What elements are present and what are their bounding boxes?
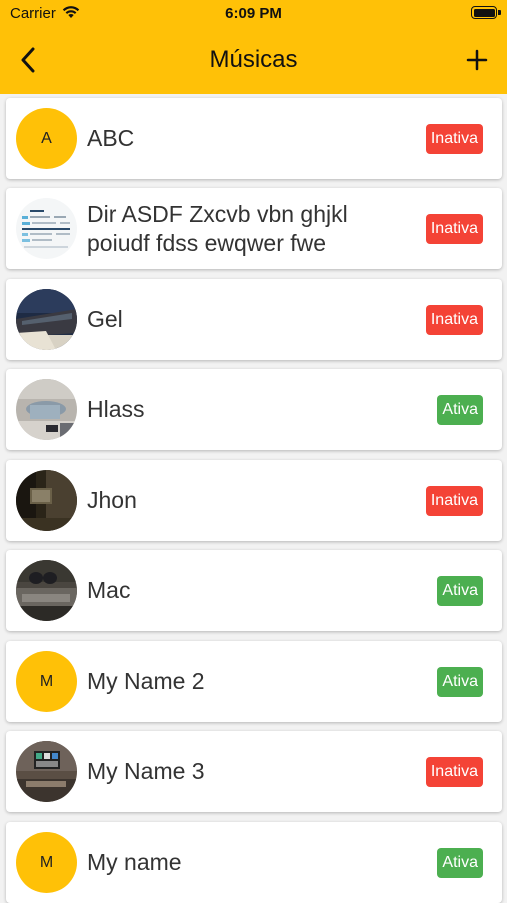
item-name: Jhon <box>87 487 137 513</box>
battery-tip <box>498 10 501 15</box>
list-item[interactable]: Mac Ativa <box>6 550 502 631</box>
list-item[interactable]: M My Name 2 Ativa <box>6 641 502 722</box>
battery-icon <box>471 6 497 19</box>
status-time: 6:09 PM <box>225 5 282 22</box>
monitor-photo-image <box>16 470 77 531</box>
status-bar: Carrier 6:09 PM <box>0 0 507 30</box>
status-badge: Inativa <box>425 486 483 516</box>
avatar <box>16 198 77 259</box>
status-badge: Inativa <box>425 757 483 787</box>
status-badge: Inativa <box>425 214 483 244</box>
page-title: Músicas <box>209 46 298 73</box>
status-badge: Ativa <box>437 848 483 878</box>
list-item[interactable]: My Name 3 Inativa <box>6 731 502 812</box>
avatar: M <box>16 832 77 893</box>
desk-device-photo-image <box>16 379 77 440</box>
avatar: M <box>16 651 77 712</box>
status-badge: Inativa <box>425 305 483 335</box>
laptop-photo-image <box>16 289 77 350</box>
status-badge: Ativa <box>437 576 483 606</box>
avatar <box>16 741 77 802</box>
status-badge: Inativa <box>425 124 483 154</box>
header: Carrier 6:09 PM Músicas <box>0 0 507 94</box>
avatar: A <box>16 108 77 169</box>
avatar <box>16 470 77 531</box>
list-item[interactable]: Dir ASDF Zxcvb vbn ghjkl poiudf fdss ewq… <box>6 188 502 269</box>
avatar-letter: A <box>41 129 52 147</box>
item-name: Mac <box>87 577 131 603</box>
avatar-letter: M <box>39 672 54 690</box>
tv-room-photo-image <box>16 741 77 802</box>
item-name: My Name 2 <box>87 668 205 694</box>
item-name: Gel <box>87 306 123 332</box>
item-name: My Name 3 <box>87 758 205 784</box>
plus-icon <box>466 49 488 71</box>
item-name: Hlass <box>87 396 145 422</box>
add-button[interactable] <box>459 42 495 78</box>
avatar <box>16 560 77 621</box>
list-item[interactable]: M My name Ativa <box>6 822 502 903</box>
list-item[interactable]: A ABC Inativa <box>6 98 502 179</box>
status-badge: Ativa <box>437 667 483 697</box>
list-item[interactable]: Gel Inativa <box>6 279 502 360</box>
document-thumbnail-image <box>16 198 77 259</box>
status-badge: Ativa <box>437 395 483 425</box>
nav-bar: Músicas <box>0 34 507 84</box>
list-item[interactable]: Hlass Ativa <box>6 369 502 450</box>
item-name: Dir ASDF Zxcvb vbn ghjkl poiudf fdss ewq… <box>87 200 348 256</box>
list-item[interactable]: Jhon Inativa <box>6 460 502 541</box>
avatar <box>16 379 77 440</box>
avatar <box>16 289 77 350</box>
item-name: ABC <box>87 125 135 151</box>
avatar-letter: M <box>39 853 54 871</box>
headphones-desk-photo-image <box>16 560 77 621</box>
item-name: My name <box>87 849 182 875</box>
